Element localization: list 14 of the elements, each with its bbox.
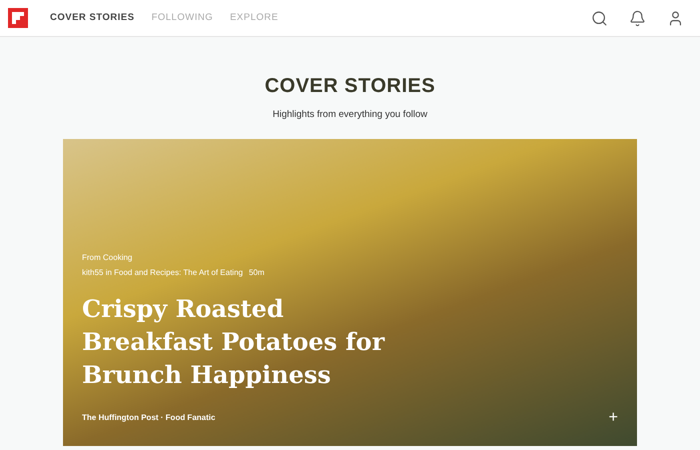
page-subtitle: Highlights from everything you follow bbox=[272, 108, 428, 122]
logo-icon[interactable] bbox=[8, 8, 28, 28]
nav-tab[interactable]: COVER STORIES bbox=[50, 10, 134, 26]
profile-icon[interactable] bbox=[667, 10, 684, 26]
page-title: COVER STORIES bbox=[264, 74, 436, 99]
story-age: 50m bbox=[248, 267, 264, 280]
story-curator: kith55 in Food and Recipes: The Art of Eating bbox=[82, 267, 243, 280]
search-icon[interactable] bbox=[591, 10, 608, 26]
story-section: From Cooking bbox=[82, 252, 618, 264]
story-title: Crispy Roasted Breakfast Potatoes for Brunch Happiness bbox=[82, 293, 386, 392]
add-button[interactable]: + bbox=[608, 410, 618, 426]
story-source: The Huffington Post · Food Fanatic bbox=[82, 412, 216, 424]
notifications-icon[interactable] bbox=[629, 10, 646, 26]
story-card[interactable]: From Cooking kith55 in Food and Recipes: The Art of Eating 50m Crispy Roasted Breakfast Potatoes for Brunch Happiness The Huffington Post · Food Fanatic + bbox=[63, 139, 637, 446]
